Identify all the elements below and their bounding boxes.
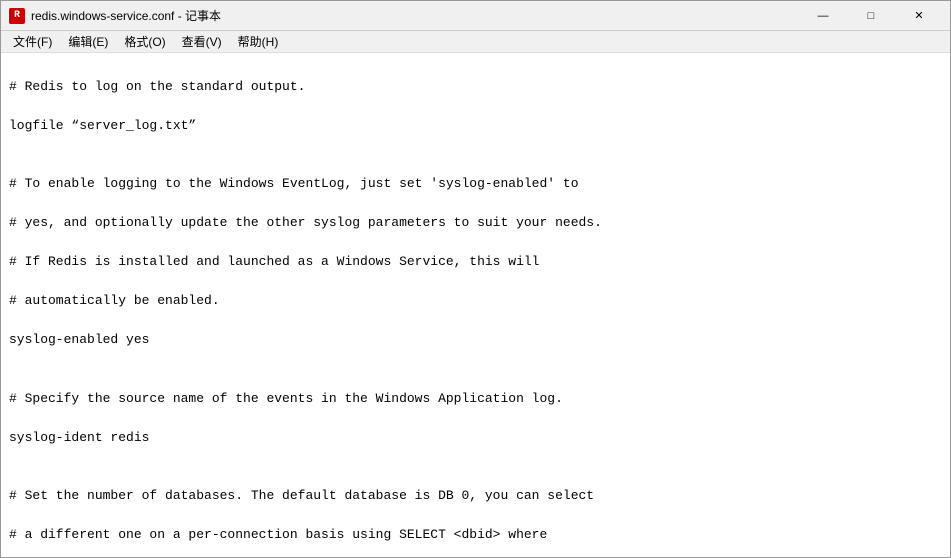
line-11: syslog-ident redis [9, 428, 942, 448]
menu-format[interactable]: 格式(O) [116, 31, 173, 52]
title-bar: R redis.windows-service.conf - 记事本 — □ ✕ [1, 1, 950, 31]
main-window: R redis.windows-service.conf - 记事本 — □ ✕… [0, 0, 951, 558]
menu-view[interactable]: 查看(V) [174, 31, 230, 52]
line-6: # If Redis is installed and launched as … [9, 252, 942, 272]
line-8: syslog-enabled yes [9, 330, 942, 350]
app-icon: R [9, 8, 25, 24]
line-4: # To enable logging to the Windows Event… [9, 174, 942, 194]
line-5: # yes, and optionally update the other s… [9, 213, 942, 233]
menu-edit[interactable]: 编辑(E) [60, 31, 116, 52]
title-bar-left: R redis.windows-service.conf - 记事本 [9, 7, 221, 24]
window-title: redis.windows-service.conf - 记事本 [31, 7, 221, 24]
line-1: # Redis to log on the standard output. [9, 77, 942, 97]
menu-file[interactable]: 文件(F) [5, 31, 60, 52]
text-content[interactable]: # Redis to log on the standard output. l… [1, 53, 950, 557]
line-14: # a different one on a per-connection ba… [9, 525, 942, 545]
close-button[interactable]: ✕ [896, 6, 942, 26]
line-7: # automatically be enabled. [9, 291, 942, 311]
minimize-button[interactable]: — [800, 6, 846, 26]
line-10: # Specify the source name of the events … [9, 389, 942, 409]
line-13: # Set the number of databases. The defau… [9, 486, 942, 506]
menu-bar: 文件(F) 编辑(E) 格式(O) 查看(V) 帮助(H) [1, 31, 950, 53]
line-2: logfile “server_log.txt” [9, 116, 942, 136]
title-bar-controls: — □ ✕ [800, 6, 942, 26]
maximize-button[interactable]: □ [848, 6, 894, 26]
editor-area: # Redis to log on the standard output. l… [1, 53, 950, 557]
menu-help[interactable]: 帮助(H) [230, 31, 287, 52]
